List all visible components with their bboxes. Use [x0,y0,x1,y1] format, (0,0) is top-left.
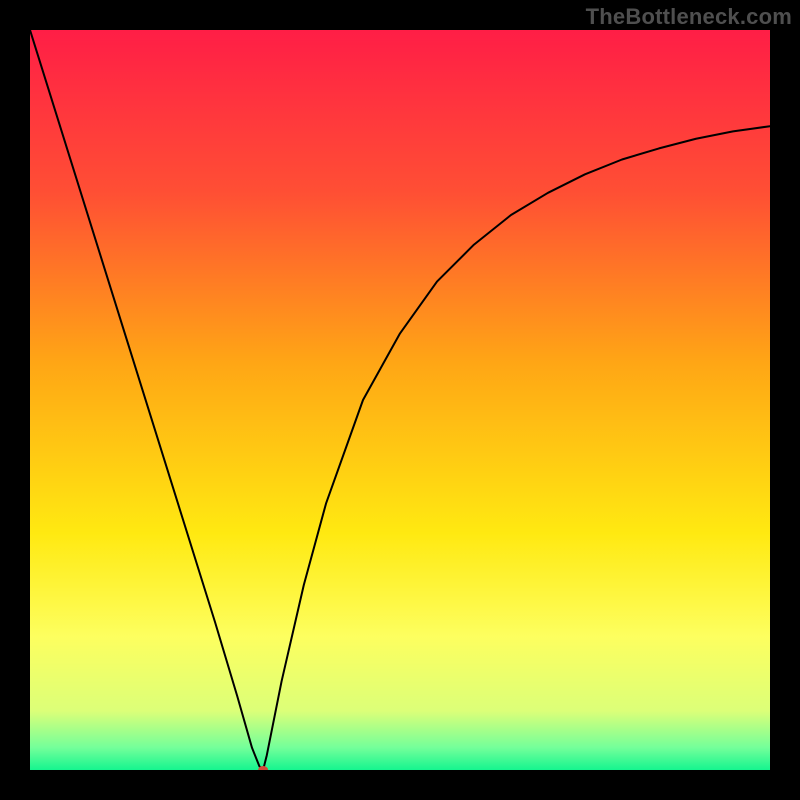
chart-svg [30,30,770,770]
watermark-text: TheBottleneck.com [586,4,792,30]
chart-frame: TheBottleneck.com [0,0,800,800]
gradient-background [30,30,770,770]
plot-area [30,30,770,770]
